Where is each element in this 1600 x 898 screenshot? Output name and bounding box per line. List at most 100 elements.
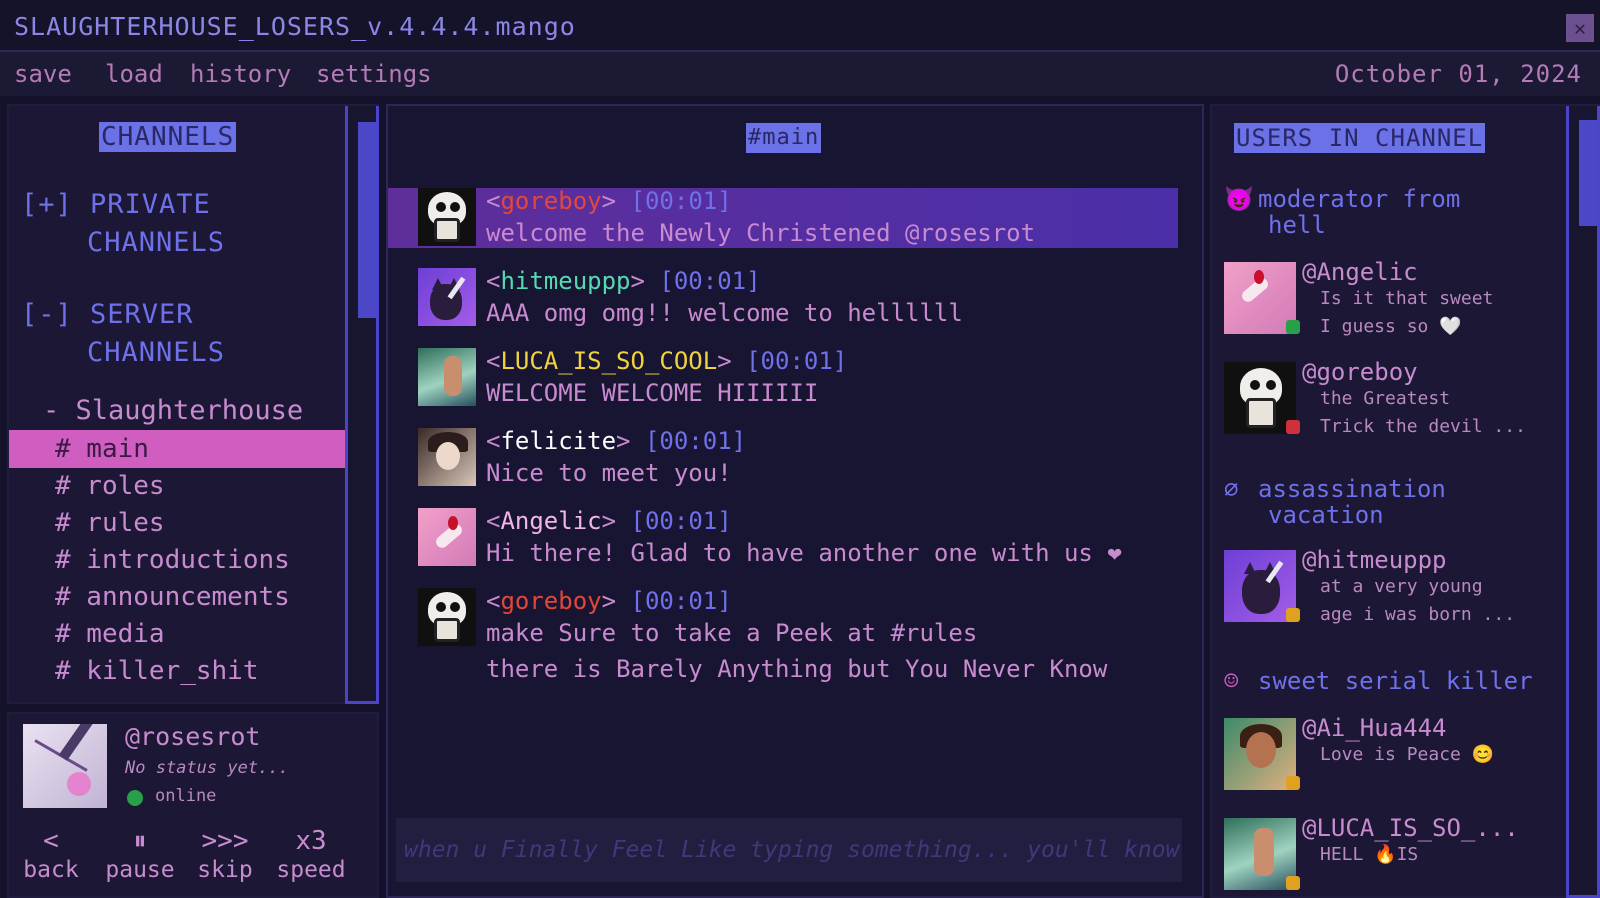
channels-heading: CHANNELS	[99, 122, 237, 152]
server-channels-group[interactable]: [-] SERVER CHANNELS	[21, 296, 225, 372]
chat-message: <Angelic> [00:01] Hi there! Glad to have…	[388, 507, 1178, 580]
title-bar: SLAUGHTERHOUSE_LOSERS_v.4.4.4.mango ✕	[0, 0, 1600, 52]
message-author[interactable]: felicite	[500, 427, 616, 455]
member-item[interactable]: @goreboy the Greatest Trick the devil ..…	[1224, 358, 1564, 442]
channel-announcements[interactable]: # announcements	[9, 578, 345, 616]
role-group-sweet-serial-killer: ☺ sweet serial killer	[1224, 668, 1533, 694]
member-status: the Greatest	[1320, 388, 1451, 409]
status-away-icon	[1286, 876, 1300, 890]
private-channels-label-1: [+] PRIVATE	[21, 189, 211, 220]
member-item[interactable]: @Angelic Is it that sweet I guess so 🤍	[1224, 258, 1564, 342]
window-title: SLAUGHTERHOUSE_LOSERS_v.4.4.4.mango	[14, 12, 576, 41]
channel-killer-shit[interactable]: # killer_shit	[9, 652, 345, 690]
message-timestamp: [00:01]	[659, 267, 761, 295]
message-text: Nice to meet you!	[486, 459, 732, 487]
skip-icon: >>>	[201, 826, 249, 856]
users-scroll-thumb[interactable]	[1579, 120, 1597, 226]
channel-heading: #main	[746, 123, 822, 153]
member-status: HELL 🔥IS	[1320, 844, 1419, 865]
empty-set-icon: ∅	[1224, 475, 1239, 503]
chat-message: <felicite> [00:01] Nice to meet you!	[388, 427, 1178, 500]
message-author[interactable]: LUCA_IS_SO_COOL	[500, 347, 717, 375]
message-text-continued: there is Barely Anything but You Never K…	[486, 655, 1108, 683]
menu-history[interactable]: history	[190, 60, 291, 88]
message-timestamp: [00:01]	[746, 347, 848, 375]
status-busy-icon	[1286, 420, 1300, 434]
skip-button[interactable]: >>> skip	[195, 826, 255, 884]
avatar[interactable]	[418, 188, 476, 246]
profile-status: No status yet...	[125, 758, 289, 778]
chat-message: <LUCA_IS_SO_COOL> [00:01] WELCOME WELCOM…	[388, 347, 1178, 420]
member-item[interactable]: @LUCA_IS_SO_... HELL 🔥IS	[1224, 814, 1564, 898]
pause-label: pause	[105, 857, 175, 883]
role-name-continued: hell	[1268, 211, 1326, 239]
status-away-icon	[1286, 776, 1300, 790]
member-name: @LUCA_IS_SO_...	[1302, 814, 1519, 842]
presence-label: online	[155, 786, 217, 806]
chat-message: <goreboy> [00:01] welcome the Newly Chri…	[388, 187, 1178, 248]
channel-introductions[interactable]: # introductions	[9, 541, 345, 579]
smiley-icon: ☺	[1224, 667, 1239, 695]
avatar[interactable]	[418, 348, 476, 406]
back-button[interactable]: < back	[19, 826, 83, 884]
message-author[interactable]: hitmeuppp	[500, 267, 630, 295]
message-timestamp: [00:01]	[644, 427, 747, 455]
member-status-continued: age i was born ...	[1320, 604, 1516, 625]
menu-settings[interactable]: settings	[316, 60, 432, 88]
member-status: at a very young	[1320, 576, 1483, 597]
avatar[interactable]	[418, 508, 476, 566]
member-name: @Ai_Hua444	[1302, 714, 1447, 742]
chat-panel: #main <goreboy> [00:01] welcome the Newl…	[386, 104, 1204, 898]
member-item[interactable]: @Ai_Hua444 Love is Peace 😊	[1224, 714, 1564, 798]
sidebar-scroll-thumb[interactable]	[358, 122, 376, 318]
message-input[interactable]	[396, 818, 1182, 882]
message-text: WELCOME WELCOME HIIIIII	[486, 379, 819, 407]
date-display: October 01, 2024	[1334, 60, 1582, 88]
profile-handle: @rosesrot	[125, 722, 261, 751]
message-timestamp: [00:01]	[630, 187, 732, 215]
status-away-icon	[1286, 608, 1300, 622]
message-author[interactable]: goreboy	[500, 187, 601, 215]
member-name: @Angelic	[1302, 258, 1418, 286]
avatar[interactable]	[418, 428, 476, 486]
avatar[interactable]	[23, 724, 107, 808]
channel-roles[interactable]: # roles	[9, 467, 345, 505]
avatar[interactable]	[418, 268, 476, 326]
channel-sidebar: CHANNELS [+] PRIVATE CHANNELS [-] SERVER…	[7, 104, 379, 704]
channel-media[interactable]: # media	[9, 615, 345, 653]
status-online-icon	[1286, 320, 1300, 334]
devil-icon: 😈	[1224, 185, 1254, 213]
speed-button[interactable]: x3 speed	[271, 826, 351, 884]
role-name: moderator from	[1258, 185, 1461, 213]
chat-message: <goreboy> [00:01] make Sure to take a Pe…	[388, 587, 1178, 688]
member-item[interactable]: @hitmeuppp at a very young age i was bor…	[1224, 546, 1564, 630]
server-channels-label-2: CHANNELS	[87, 337, 226, 368]
role-group-assassination: ∅ assassination vacation	[1224, 476, 1446, 528]
channel-main[interactable]: # main	[9, 430, 345, 468]
member-status-continued: I guess so 🤍	[1320, 316, 1462, 337]
role-name: assassination	[1258, 475, 1446, 503]
message-author[interactable]: Angelic	[500, 507, 601, 535]
pause-icon: ⏸	[133, 826, 147, 856]
member-name: @goreboy	[1302, 358, 1418, 386]
message-input-box[interactable]	[396, 818, 1182, 882]
role-name-continued: vacation	[1268, 501, 1384, 529]
message-author[interactable]: goreboy	[500, 587, 601, 615]
member-status: Love is Peace 😊	[1320, 744, 1495, 765]
private-channels-group[interactable]: [+] PRIVATE CHANNELS	[21, 186, 225, 262]
message-text: make Sure to take a Peek at #rules	[486, 619, 978, 647]
speed-icon: x3	[295, 826, 327, 856]
pause-button[interactable]: ⏸ pause	[101, 826, 179, 884]
channel-rules[interactable]: # rules	[9, 504, 345, 542]
member-status-continued: Trick the devil ...	[1320, 416, 1526, 437]
server-name[interactable]: - Slaughterhouse	[43, 392, 303, 430]
menu-load[interactable]: load	[105, 60, 163, 88]
menu-save[interactable]: save	[14, 60, 72, 88]
role-group-moderator: 😈 moderator from hell	[1224, 186, 1460, 238]
avatar[interactable]	[418, 588, 476, 646]
message-timestamp: [00:01]	[630, 507, 732, 535]
close-icon[interactable]: ✕	[1566, 14, 1594, 42]
member-name: @hitmeuppp	[1302, 546, 1447, 574]
message-text: welcome the Newly Christened @rosesrot	[486, 219, 1036, 247]
menu-bar: save load history settings October 01, 2…	[0, 52, 1600, 96]
